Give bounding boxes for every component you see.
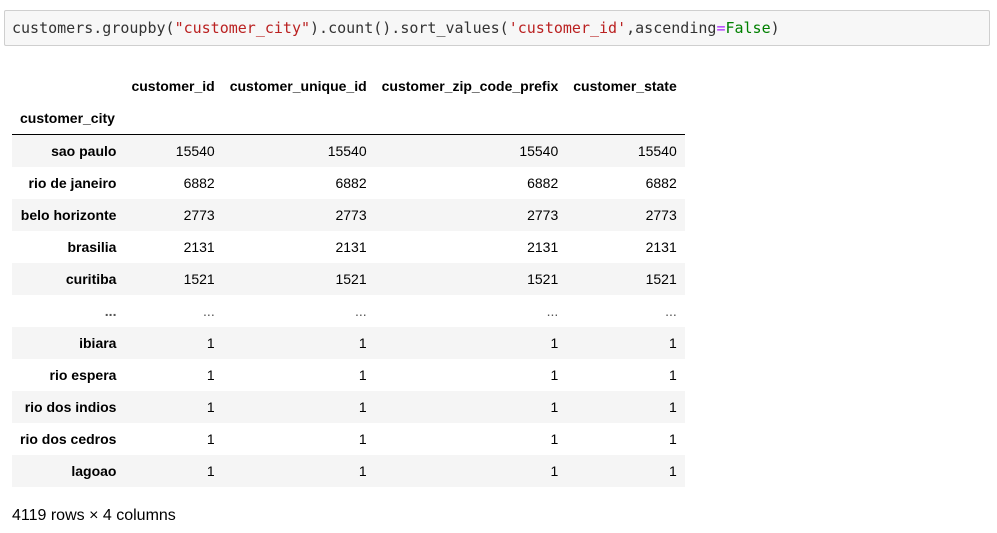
table-cell: 15540 (637, 143, 677, 159)
table-cell: 2131 (645, 239, 677, 255)
table-row: rio dos cedros 1 1 1 1 (12, 423, 685, 455)
table-cell: 1 (206, 399, 215, 415)
table-row: ibiara 1 1 1 1 (12, 327, 685, 359)
table-cell: 2773 (335, 207, 367, 223)
table-row: rio espera 1 1 1 1 (12, 359, 685, 391)
table-cell: ... (665, 303, 677, 319)
table-cell: 1 (668, 399, 677, 415)
code-token: ).count().sort_values( (310, 19, 509, 37)
table-cell: 1 (550, 399, 559, 415)
code-token: ) (770, 19, 780, 37)
table-row: rio dos indios 1 1 1 1 (12, 391, 685, 423)
table-row: belo horizonte 2773 2773 2773 2773 (12, 199, 685, 231)
table-cell: 2131 (183, 239, 215, 255)
table-cell: 2131 (527, 239, 559, 255)
row-index-label: curitiba (65, 271, 117, 287)
table-cell: 1 (668, 463, 677, 479)
table-cell: 1 (358, 335, 367, 351)
table-cell: ... (546, 303, 559, 319)
row-index-label: rio dos indios (24, 399, 117, 415)
table-cell: 6882 (335, 175, 367, 191)
table-cell: 6882 (183, 175, 215, 191)
table-cell: 1 (206, 335, 215, 351)
row-index-label: lagoao (71, 463, 117, 479)
code-string-token: 'customer_id' (508, 19, 627, 37)
index-header-row: customer_city (12, 102, 685, 135)
table-cell: 1521 (645, 271, 677, 287)
table-cell: 1 (206, 367, 215, 383)
blank-header-cell (215, 102, 367, 135)
table-cell: 1 (550, 367, 559, 383)
table-body: sao paulo 15540 15540 15540 15540 rio de jane… (12, 134, 685, 487)
code-cell-input[interactable]: customers.groupby("customer_city").count… (4, 10, 990, 46)
table-cell: 15540 (327, 143, 367, 159)
table-cell: ... (203, 303, 215, 319)
column-header: customer_unique_id (229, 78, 367, 94)
table-cell: 1 (550, 463, 559, 479)
table-cell: 1 (358, 399, 367, 415)
table-cell: 6882 (645, 175, 677, 191)
code-keyword-token: False (725, 19, 771, 37)
dataframe-shape-summary: 4119 rows × 4 columns (12, 507, 176, 524)
row-index-label: belo horizonte (20, 207, 117, 223)
row-index-label: ... (104, 303, 117, 319)
row-index-label: ibiara (79, 335, 117, 351)
ellipsis-row: ............... (12, 295, 685, 327)
table-cell: 1 (206, 431, 215, 447)
table-cell: 1 (550, 431, 559, 447)
row-index-label: brasilia (67, 239, 117, 255)
row-index-label: sao paulo (51, 143, 117, 159)
code-string-token: "customer_city" (174, 19, 311, 37)
table-cell: 2131 (335, 239, 367, 255)
column-header: customer_state (573, 78, 677, 94)
code-token: customers.groupby( (12, 19, 175, 37)
table-cell: 1 (206, 463, 215, 479)
blank-header-cell (12, 70, 116, 102)
column-header: customer_id (131, 78, 215, 94)
table-cell: 1 (358, 431, 367, 447)
table-row: rio de janeiro 6882 6882 6882 6882 (12, 167, 685, 199)
table-cell: 1 (668, 431, 677, 447)
table-cell: 1 (668, 335, 677, 351)
blank-header-cell (116, 102, 214, 135)
table-cell: 1 (358, 463, 367, 479)
table-row: brasilia 2131 2131 2131 2131 (12, 231, 685, 263)
table-cell: 2773 (645, 207, 677, 223)
table-cell: 1 (668, 367, 677, 383)
index-name-header: customer_city (20, 110, 115, 126)
table-cell: 1521 (527, 271, 559, 287)
table-cell: 15540 (175, 143, 215, 159)
blank-header-cell (367, 102, 559, 135)
row-index-label: rio de janeiro (28, 175, 117, 191)
blank-header-cell (558, 102, 685, 135)
table-cell: 6882 (527, 175, 559, 191)
table-cell: 1521 (183, 271, 215, 287)
table-cell: 1 (550, 335, 559, 351)
row-index-label: rio espera (49, 367, 117, 383)
row-index-label: rio dos cedros (20, 431, 117, 447)
table-row: curitiba 1521 1521 1521 1521 (12, 263, 685, 295)
table-row: lagoao 1 1 1 1 (12, 455, 685, 487)
table-cell: 2773 (527, 207, 559, 223)
table-cell: ... (354, 303, 367, 319)
cell-output: customer_id customer_unique_id customer_… (12, 70, 685, 487)
column-header-row: customer_id customer_unique_id customer_… (12, 70, 685, 102)
code-token: ,ascending (626, 19, 717, 37)
table-row: sao paulo 15540 15540 15540 15540 (12, 134, 685, 167)
table-cell: 1 (358, 367, 367, 383)
table-cell: 1521 (335, 271, 367, 287)
dataframe-table: customer_id customer_unique_id customer_… (12, 70, 685, 487)
column-header: customer_zip_code_prefix (381, 78, 559, 94)
table-cell: 2773 (183, 207, 215, 223)
table-cell: 15540 (519, 143, 559, 159)
